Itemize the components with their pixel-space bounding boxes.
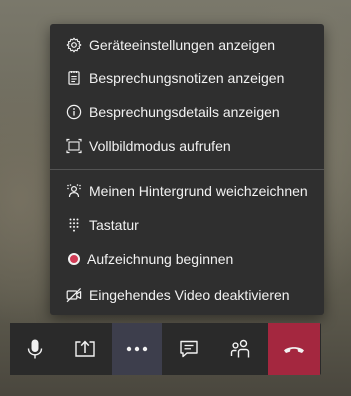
chat-button[interactable] [164,323,214,375]
share-screen-icon [74,339,96,359]
more-options-button[interactable] [112,323,162,375]
chat-icon [179,339,199,359]
menu-item-label: Eingehendes Video deaktivieren [89,287,290,303]
menu-item-label: Vollbildmodus aufrufen [89,138,231,154]
info-icon [66,104,82,120]
menu-item-blur-background[interactable]: Meinen Hintergrund weichzeichnen [50,175,324,207]
more-options-icon [126,346,148,352]
menu-item-meeting-notes[interactable]: Besprechungsnotizen anzeigen [50,62,324,94]
participants-button[interactable] [216,323,266,375]
menu-item-meeting-details[interactable]: Besprechungsdetails anzeigen [50,96,324,128]
menu-item-device-settings[interactable]: Geräteeinstellungen anzeigen [50,29,324,61]
fullscreen-icon [66,138,82,154]
more-options-menu: Geräteeinstellungen anzeigen Besprechung… [50,24,324,315]
menu-item-label: Geräteeinstellungen anzeigen [89,37,276,53]
video-off-icon [66,287,82,303]
microphone-icon [25,338,45,360]
notes-icon [66,70,82,86]
share-button[interactable] [60,323,110,375]
menu-item-label: Tastatur [89,217,139,233]
participants-icon [230,339,252,359]
gear-icon [66,37,82,53]
menu-item-keypad[interactable]: Tastatur [50,209,324,241]
menu-item-start-recording[interactable]: Aufzeichnung beginnen [50,243,324,275]
menu-divider [50,169,324,170]
menu-item-disable-incoming-video[interactable]: Eingehendes Video deaktivieren [50,279,324,311]
hang-up-button[interactable] [268,323,320,375]
keypad-icon [66,217,82,233]
menu-item-label: Aufzeichnung beginnen [87,251,234,267]
meeting-toolbar [10,323,321,375]
menu-item-label: Besprechungsnotizen anzeigen [89,70,285,86]
microphone-button[interactable] [10,323,60,375]
record-icon [66,251,82,267]
menu-item-label: Besprechungsdetails anzeigen [89,104,280,120]
menu-item-fullscreen[interactable]: Vollbildmodus aufrufen [50,130,324,162]
hang-up-icon [282,343,306,355]
blur-background-icon [66,183,82,199]
menu-item-label: Meinen Hintergrund weichzeichnen [89,183,308,199]
